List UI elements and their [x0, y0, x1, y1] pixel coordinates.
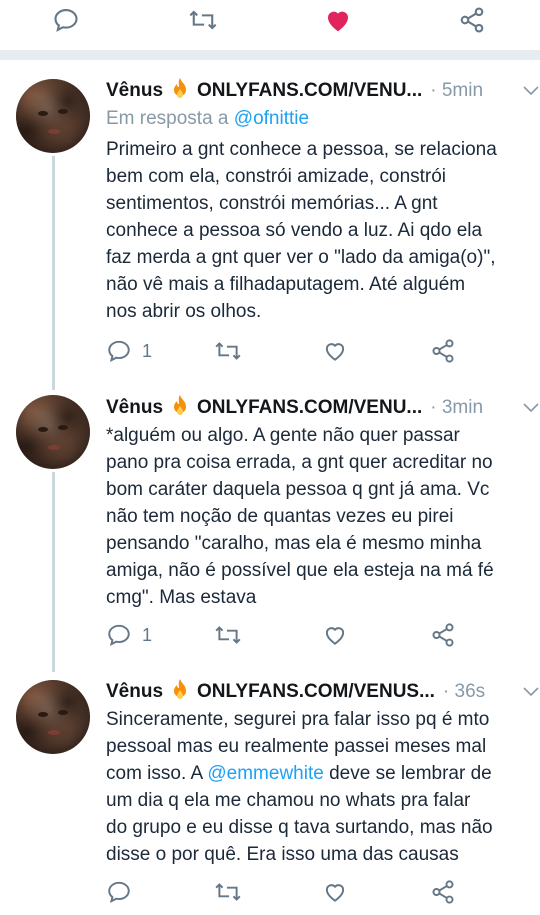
tweet[interactable]: Vênus ONLYFANS.COM/VENU... · 5min Em res…: [0, 76, 540, 376]
tweet-actions: 1: [106, 622, 526, 652]
reply-button[interactable]: 1: [106, 338, 152, 364]
retweet-icon: [188, 6, 218, 34]
tweet-line: bem com ela, constrói amizade, constrói: [106, 166, 447, 187]
retweet-icon: [214, 338, 242, 364]
tweet-line: Sinceramente, segurei pra falar isso pq …: [106, 709, 490, 730]
tweet-line: do grupo e eu disse q tava surtando, mas…: [106, 817, 493, 838]
tweet-line: faz merda a gnt quer ver o "lado da amig…: [106, 247, 496, 268]
chevron-down-icon[interactable]: [522, 685, 540, 703]
tweet-line: não vê mais a filhadaputagem. Até alguém: [106, 274, 466, 295]
tweet-text: *alguém ou algo. A gente não quer passar…: [106, 422, 526, 611]
share-button[interactable]: [430, 622, 456, 648]
tweet-line: pensando "caralho, mas ela é mesmo minha: [106, 533, 482, 554]
tweet-line: cmg". Mas estava: [106, 587, 257, 608]
mention-link[interactable]: @emmewhite: [207, 763, 323, 784]
tweet-line: conhece a pessoa só vendo a luz. Ai qdo …: [106, 220, 483, 241]
timestamp[interactable]: · 36s: [443, 681, 485, 703]
mention-prefix: com isso. A: [106, 763, 208, 784]
tweet-line: amiga, não é possível que ela esteja na …: [106, 560, 494, 581]
tweet-header: Vênus ONLYFANS.COM/VENU... · 5min: [106, 76, 524, 106]
tweet-line: pessoal mas eu realmente passei meses ma…: [106, 736, 487, 757]
reply-count: 1: [142, 624, 153, 645]
chevron-down-icon[interactable]: [522, 401, 540, 419]
heart-icon: [322, 622, 348, 648]
tweet-header: Vênus ONLYFANS.COM/VENUS... · 36s: [106, 677, 524, 707]
tweet-line-with-mention: com isso. A @emmewhite deve se lembrar d…: [106, 760, 526, 787]
like-button[interactable]: [322, 622, 348, 648]
reply-icon: [106, 338, 132, 364]
reply-context: Em resposta a @ofnittie: [106, 108, 309, 130]
previous-tweet-actions: [0, 0, 540, 48]
reply-mention-link[interactable]: @ofnittie: [234, 108, 309, 129]
reply-icon: [52, 6, 80, 34]
twitter-thread-screen: Vênus ONLYFANS.COM/VENU... · 5min Em res…: [0, 0, 540, 915]
tweet[interactable]: Vênus ONLYFANS.COM/VENUS... · 36s Sincer…: [0, 677, 540, 915]
reply-icon: [106, 879, 132, 905]
share-button[interactable]: [458, 6, 486, 34]
reply-count: 1: [142, 340, 153, 361]
reply-button[interactable]: [52, 6, 80, 34]
reply-prefix: Em resposta a: [106, 108, 229, 129]
user-handle[interactable]: ONLYFANS.COM/VENU...: [197, 397, 422, 419]
tweet-text: Sinceramente, segurei pra falar isso pq …: [106, 706, 526, 868]
chevron-down-icon[interactable]: [522, 84, 540, 102]
display-name[interactable]: Vênus: [106, 80, 163, 102]
heart-icon: [322, 879, 348, 905]
reply-button[interactable]: [106, 879, 142, 905]
share-button[interactable]: [430, 338, 456, 364]
mention-suffix: deve se lembrar de: [323, 763, 492, 784]
share-icon: [458, 6, 486, 34]
tweet-header: Vênus ONLYFANS.COM/VENU... · 3min: [106, 393, 524, 423]
tweet[interactable]: Vênus ONLYFANS.COM/VENU... · 3min *algué…: [0, 393, 540, 663]
display-name[interactable]: Vênus: [106, 681, 163, 703]
tweet-actions: [106, 879, 526, 909]
retweet-button[interactable]: [214, 622, 242, 648]
tweet-line: um dia q ela me chamou no whats pra fala…: [106, 790, 471, 811]
tweet-line: sentimentos, constrói memórias... A gnt: [106, 193, 438, 214]
retweet-icon: [214, 622, 242, 648]
share-icon: [430, 879, 456, 905]
share-icon: [430, 622, 456, 648]
heart-filled-icon: [323, 5, 353, 35]
avatar[interactable]: [16, 79, 90, 153]
heart-icon: [322, 338, 348, 364]
fire-emoji-icon: [169, 394, 191, 423]
display-name[interactable]: Vênus: [106, 397, 163, 419]
tweet-text: Primeiro a gnt conhece a pessoa, se rela…: [106, 136, 526, 325]
reply-button[interactable]: 1: [106, 622, 152, 648]
share-button[interactable]: [430, 879, 456, 905]
like-button[interactable]: [322, 879, 348, 905]
section-divider: [0, 50, 540, 60]
tweet-line: pano pra coisa errada, a gnt quer acredi…: [106, 452, 493, 473]
avatar[interactable]: [16, 395, 90, 469]
like-button[interactable]: [322, 338, 348, 364]
tweet-line: nos abrir os olhos.: [106, 301, 262, 322]
tweet-line: não tem noção de quantas vezes eu pirei: [106, 506, 454, 527]
user-handle[interactable]: ONLYFANS.COM/VENUS...: [197, 681, 435, 703]
like-button[interactable]: [323, 5, 353, 35]
fire-emoji-icon: [169, 77, 191, 106]
retweet-button[interactable]: [188, 6, 218, 34]
reply-icon: [106, 622, 132, 648]
tweet-line: bom caráter daquela pessoa q gnt já ama.…: [106, 479, 490, 500]
fire-emoji-icon: [169, 678, 191, 707]
user-handle[interactable]: ONLYFANS.COM/VENU...: [197, 80, 422, 102]
retweet-icon: [214, 879, 242, 905]
retweet-button[interactable]: [214, 338, 242, 364]
timestamp[interactable]: · 3min: [430, 397, 483, 419]
tweet-line: Primeiro a gnt conhece a pessoa, se rela…: [106, 139, 497, 160]
timestamp[interactable]: · 5min: [430, 80, 483, 102]
tweet-line: disse o por quê. Era isso uma das causas: [106, 844, 459, 865]
tweet-line: *alguém ou algo. A gente não quer passar: [106, 425, 460, 446]
tweet-actions: 1: [106, 338, 526, 368]
avatar[interactable]: [16, 680, 90, 754]
retweet-button[interactable]: [214, 879, 242, 905]
share-icon: [430, 338, 456, 364]
